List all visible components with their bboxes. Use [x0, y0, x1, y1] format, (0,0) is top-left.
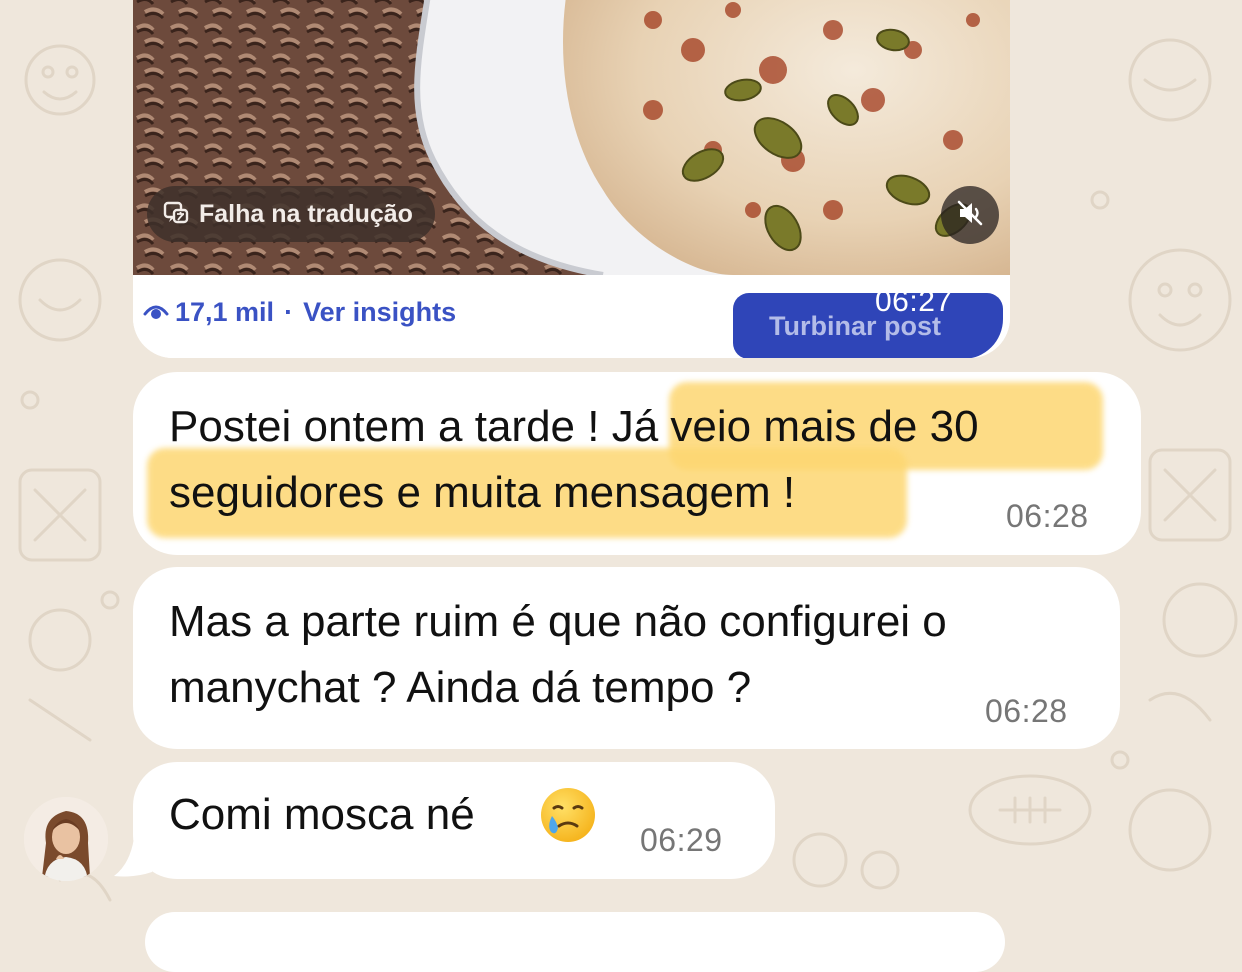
message-time: 06:28 [985, 693, 1068, 729]
views-count: 17,1 mil [175, 297, 275, 327]
smiling-face-with-tear-icon [541, 788, 595, 842]
eye-icon [143, 297, 169, 328]
message-text-plain: Comi mosca né [169, 790, 475, 839]
insights-link[interactable]: Ver insights [303, 297, 456, 328]
message-text-plain: Postei ontem a tarde ! [169, 402, 600, 451]
translation-status-chip[interactable]: Falha na tradução [147, 186, 435, 242]
message-text-line: manychat ? Ainda dá tempo ? [169, 663, 752, 712]
translate-icon [163, 201, 189, 227]
avatar[interactable] [24, 797, 108, 881]
post-stats[interactable]: 17,1 mil · Ver insights [143, 297, 456, 328]
message-bubble[interactable] [145, 912, 1005, 972]
message-time: 06:28 [1006, 498, 1089, 534]
mute-icon [955, 198, 985, 233]
message-bubble[interactable]: Comi mosca né 🥲 06:29 [133, 762, 775, 879]
message-text: Postei ontem a tarde ! Já veio mais de 3… [169, 394, 979, 460]
avatar-photo [24, 797, 108, 881]
message-bubble[interactable]: Mas a parte ruim é que não configurei o … [133, 567, 1120, 749]
message-time: 06:29 [640, 822, 723, 858]
stats-separator: · [284, 297, 294, 327]
message-time: 06:27 [875, 285, 953, 318]
message-text-line: Mas a parte ruim é que não configurei o [169, 597, 947, 646]
post-footer: 17,1 mil · Ver insights Turbinar post 06… [133, 275, 1010, 358]
translation-chip-label: Falha na tradução [199, 199, 413, 228]
message-bubble[interactable]: Postei ontem a tarde ! Já veio mais de 3… [133, 372, 1141, 555]
boost-post-button[interactable]: Turbinar post [733, 293, 1003, 358]
mute-button[interactable] [941, 186, 999, 244]
post-video-thumbnail[interactable]: Falha na tradução [133, 0, 1010, 275]
shared-post-bubble[interactable]: Falha na tradução 17,1 mil · Ver insight… [133, 0, 1010, 358]
message-text: Comi mosca né 🥲 [169, 782, 475, 848]
message-text-line: seguidores e muita mensagem ! [169, 468, 796, 517]
message-text-highlighted: Já veio mais de 30 [611, 402, 979, 451]
